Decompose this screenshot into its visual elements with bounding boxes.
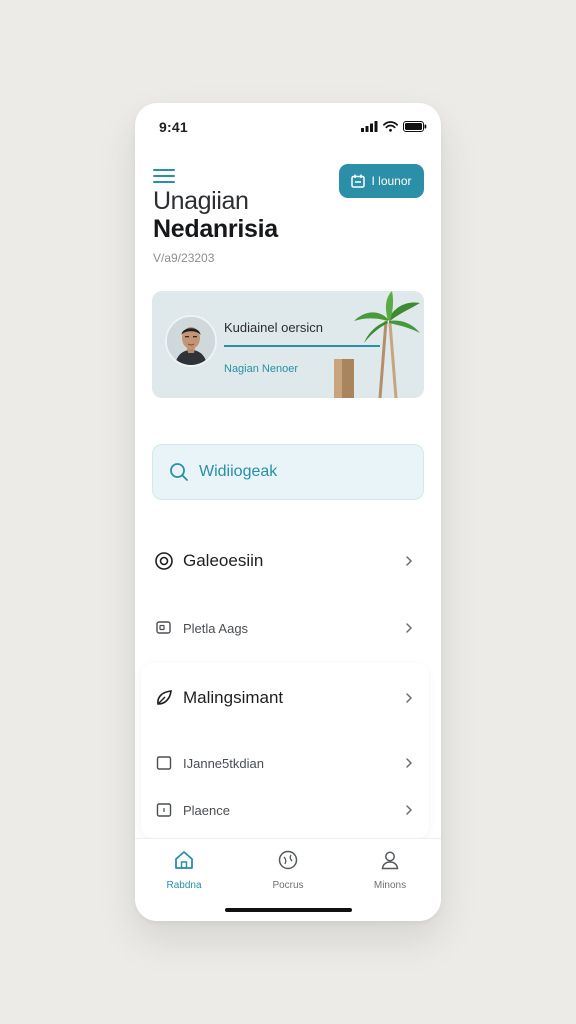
page-title-line2: Nedanrisia xyxy=(153,215,278,243)
menu-item-label: Galeoesiin xyxy=(183,551,264,570)
profile-name: Kudiainel oersicn xyxy=(224,320,324,335)
chevron-right-icon xyxy=(406,805,413,815)
status-icons xyxy=(361,121,427,132)
globe-icon xyxy=(278,850,298,870)
menu-item-malingsimant[interactable]: Malingsimant xyxy=(153,687,415,709)
profile-card[interactable]: Kudiainel oersicn Nagian Nenoer xyxy=(152,291,424,398)
menu-item-ijanne5tkdian[interactable]: IJanne5tkdian xyxy=(153,752,415,774)
tab-rabdna[interactable]: Rabdna xyxy=(144,849,224,891)
header-action-button[interactable]: I lounor xyxy=(339,164,424,198)
shield-icon xyxy=(153,550,175,572)
chevron-right-icon xyxy=(406,556,413,566)
phone-frame: 9:41 I lounor Unagiian Nedanrisia V/a9/2… xyxy=(135,103,441,921)
menu-item-label: Malingsimant xyxy=(183,688,284,707)
menu-item-pletla-aags[interactable]: Pletla Aags xyxy=(153,617,415,639)
wifi-icon xyxy=(383,121,398,132)
menu-item-label: Plaence xyxy=(183,802,230,818)
search-field[interactable]: Widiiogeak xyxy=(152,444,424,500)
status-bar: 9:41 xyxy=(135,103,441,147)
battery-icon xyxy=(403,121,427,132)
menu-item-galeoesiin[interactable]: Galeoesiin xyxy=(153,550,415,572)
signal-icon xyxy=(361,121,378,132)
avatar-portrait xyxy=(167,317,215,365)
page-subtitle: V/a9/23203 xyxy=(153,251,215,265)
tab-label: Minons xyxy=(373,880,407,891)
leaf-icon xyxy=(153,687,175,709)
tab-minons[interactable]: Minons xyxy=(350,849,430,891)
tab-pocrus[interactable]: Pocrus xyxy=(248,849,328,891)
palm-tree-illustration xyxy=(334,291,420,398)
tab-label: Rabdna xyxy=(166,880,202,891)
chat-icon xyxy=(153,617,175,639)
tab-label: Pocrus xyxy=(272,880,304,891)
chevron-right-icon xyxy=(406,623,413,633)
search-icon xyxy=(170,463,188,481)
search-placeholder: Widiiogeak xyxy=(199,463,278,480)
avatar xyxy=(165,315,217,367)
hamburger-menu-icon[interactable] xyxy=(153,167,175,185)
home-indicator xyxy=(225,908,352,912)
chevron-right-icon xyxy=(406,758,413,768)
user-icon xyxy=(381,851,399,870)
square-icon xyxy=(153,752,175,774)
home-icon xyxy=(175,851,193,869)
tag-icon xyxy=(153,799,175,821)
status-time: 9:41 xyxy=(159,119,188,135)
menu-item-label: Pletla Aags xyxy=(183,620,249,636)
calendar-icon xyxy=(351,174,366,188)
profile-subtitle: Nagian Nenoer xyxy=(224,363,298,375)
chevron-right-icon xyxy=(406,693,413,703)
page-title-line1: Unagiian xyxy=(153,187,249,215)
menu-item-label: IJanne5tkdian xyxy=(183,755,264,771)
header-action-label: I lounor xyxy=(371,174,412,188)
menu-item-plaence[interactable]: Plaence xyxy=(153,799,415,821)
